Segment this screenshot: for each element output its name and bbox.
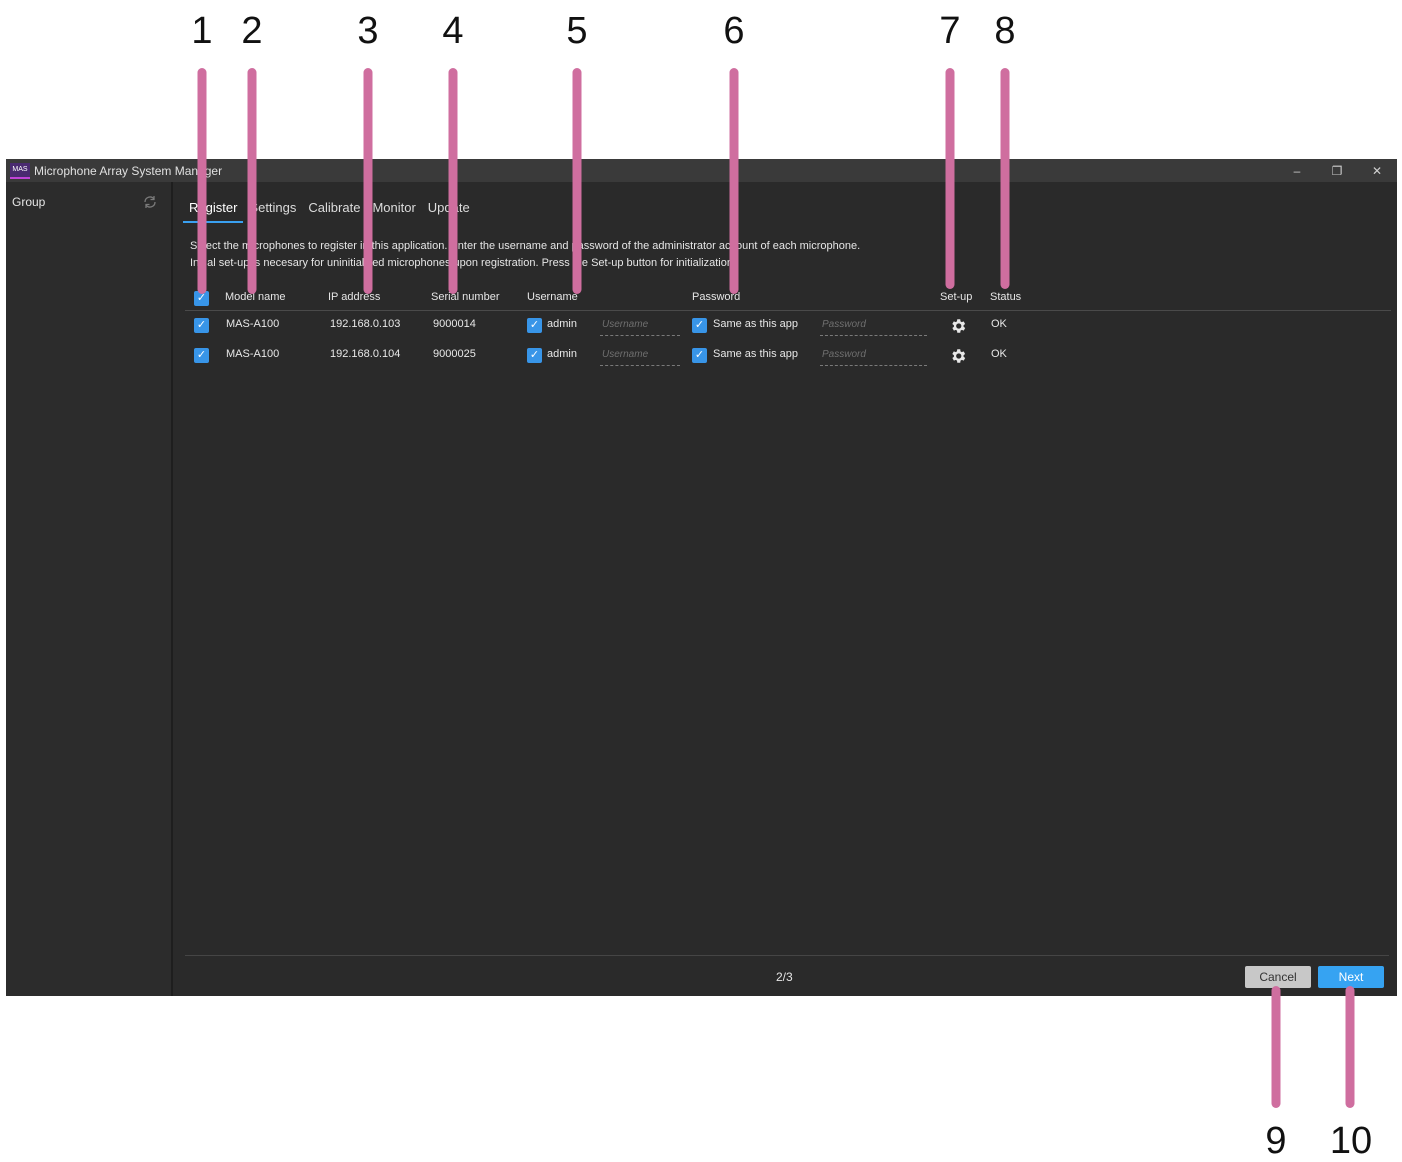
instruction-line-2: Initial set-up is necesary for uninitial… [190,257,737,269]
page-indicator: 2/3 [776,970,793,984]
instruction-line-1: Select the microphones to register in th… [190,240,861,252]
setup-gear-icon[interactable] [949,317,967,335]
header-serial-number: Serial number [431,291,500,303]
callout-number-10: 10 [1329,1120,1373,1162]
password-input[interactable]: Password [820,315,927,336]
header-username: Username [527,291,578,303]
tab-register[interactable]: Register [183,200,244,223]
username-default-checkbox[interactable]: ✓ [527,348,542,363]
callout-line-2 [247,68,257,294]
setup-gear-icon[interactable] [949,347,967,365]
group-label: Group [12,195,46,209]
header-ip-address: IP address [328,291,381,303]
callout-number-8: 8 [994,10,1016,52]
cancel-button[interactable]: Cancel [1245,966,1311,988]
minimize-button[interactable]: – [1277,159,1317,182]
username-default-label: admin [547,348,577,360]
callout-number-7: 7 [939,10,961,52]
ip-address-cell: 192.168.0.103 [330,318,401,330]
table-row: ✓ MAS-A100 192.168.0.103 9000014 ✓ admin… [185,312,1391,340]
next-button[interactable]: Next [1318,966,1384,988]
table-row: ✓ MAS-A100 192.168.0.104 9000025 ✓ admin… [185,342,1391,370]
close-button[interactable]: ✕ [1357,159,1397,182]
callout-line-10 [1345,986,1355,1108]
ip-address-cell: 192.168.0.104 [330,348,401,360]
callout-line-6 [729,68,739,294]
callout-line-7 [945,68,955,289]
callout-line-1 [197,68,207,294]
header-status: Status [990,291,1022,303]
window-title: Microphone Array System Manager [34,163,223,178]
username-default-label: admin [547,318,577,330]
footer-divider [185,955,1389,956]
serial-number-cell: 9000025 [433,348,476,360]
callout-line-5 [572,68,582,294]
username-input[interactable]: Username [600,345,680,366]
app-window: MAS Microphone Array System Manager – ❐ … [6,159,1397,996]
callout-line-9 [1271,986,1281,1108]
sidebar: Group [6,182,173,996]
callout-number-5: 5 [566,10,588,52]
password-same-label: Same as this app [713,348,798,360]
tab-calibrate[interactable]: Calibrate [302,200,366,223]
header-setup: Set-up [940,291,973,303]
callout-line-8 [1000,68,1010,289]
status-cell: OK [991,348,1007,360]
title-bar: MAS Microphone Array System Manager – ❐ … [6,159,1397,182]
callout-number-1: 1 [191,10,213,52]
model-name-cell: MAS-A100 [226,348,280,360]
password-input[interactable]: Password [820,345,927,366]
username-default-checkbox[interactable]: ✓ [527,318,542,333]
password-same-checkbox[interactable]: ✓ [692,318,707,333]
restore-button[interactable]: ❐ [1317,159,1357,182]
row-select-checkbox[interactable]: ✓ [194,318,209,333]
password-same-checkbox[interactable]: ✓ [692,348,707,363]
callout-number-3: 3 [357,10,379,52]
callout-line-3 [363,68,373,294]
row-select-checkbox[interactable]: ✓ [194,348,209,363]
header-model-name: Model name [225,291,286,303]
app-logo: MAS [10,162,30,179]
instructions: Select the microphones to register in th… [190,238,860,272]
tab-bar: Register Settings Calibrate Monitor Upda… [183,200,476,223]
refresh-icon[interactable] [142,194,158,210]
callout-number-2: 2 [241,10,263,52]
password-same-label: Same as this app [713,318,798,330]
status-cell: OK [991,318,1007,330]
tab-monitor[interactable]: Monitor [366,200,421,223]
window-controls: – ❐ ✕ [1277,159,1397,182]
serial-number-cell: 9000014 [433,318,476,330]
callout-number-9: 9 [1265,1120,1287,1162]
model-name-cell: MAS-A100 [226,318,280,330]
username-input[interactable]: Username [600,315,680,336]
callout-number-4: 4 [442,10,464,52]
callout-number-6: 6 [723,10,745,52]
main-content: Register Settings Calibrate Monitor Upda… [173,182,1397,996]
callout-line-4 [448,68,458,294]
